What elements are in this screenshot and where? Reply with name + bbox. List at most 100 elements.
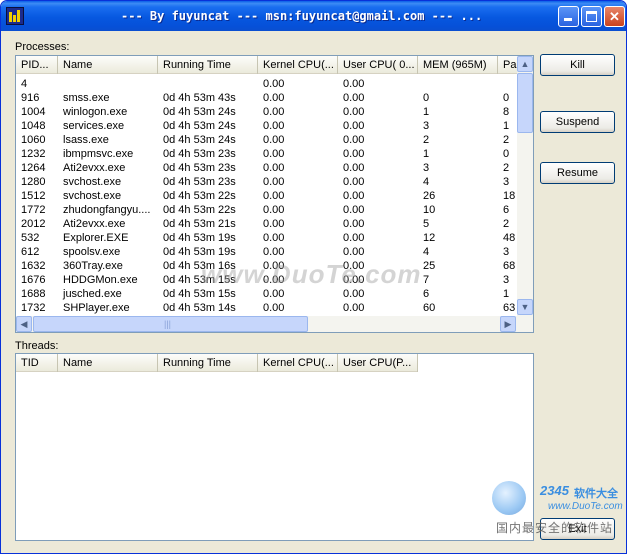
window-title: --- By fuyuncat --- msn:fuyuncat@gmail.c…	[121, 9, 483, 23]
cell-name: smss.exe	[63, 92, 110, 104]
column-mem[interactable]: MEM (965M)	[418, 56, 498, 74]
thread-list[interactable]: TID Name Running Time Kernel CPU(... Use…	[15, 353, 534, 541]
cell-pid: 1676	[21, 274, 46, 286]
minimize-button[interactable]	[558, 6, 579, 27]
cell-pid: 1004	[21, 106, 46, 118]
cell-kernel-cpu: 0.00	[263, 148, 285, 160]
scroll-up-button[interactable]: ▲	[517, 56, 533, 72]
column-pid[interactable]: PID...	[16, 56, 58, 74]
cell-running-time: 0d 4h 53m 23s	[163, 176, 236, 188]
table-row[interactable]: 2012 Ati2evxx.exe 0d 4h 53m 21s 0.00 0.00 5 2	[16, 217, 528, 231]
cell-name: ibmpmsvc.exe	[63, 148, 134, 160]
cell-name: SHPlayer.exe	[63, 302, 130, 314]
cell-kernel-cpu: 0.00	[263, 78, 285, 90]
cell-running-time: 0d 4h 53m 43s	[163, 92, 236, 104]
cell-kernel-cpu: 0.00	[263, 204, 285, 216]
cell-mem: 3	[423, 120, 430, 132]
column-user-cpu[interactable]: User CPU( 0...	[338, 56, 418, 74]
title-bar[interactable]: --- By fuyuncat --- msn:fuyuncat@gmail.c…	[1, 1, 626, 31]
table-row[interactable]: 1732 SHPlayer.exe 0d 4h 53m 14s 0.00 0.00 60 6…	[16, 301, 528, 315]
logo-url: www.DuoTe.com	[548, 501, 623, 512]
scroll-left-button[interactable]: ◀	[16, 316, 32, 332]
table-row[interactable]: 1048 services.exe 0d 4h 53m 24s 0.00 0.00 3 1	[16, 119, 528, 133]
cell-pid: 1048	[21, 120, 46, 132]
site-watermark: www.DuoTe.com	[201, 259, 422, 289]
suspend-button[interactable]: Suspend	[540, 111, 615, 133]
cell-pid: 1512	[21, 190, 46, 202]
column-thread-running-time[interactable]: Running Time	[158, 354, 258, 372]
threads-label: Threads:	[15, 340, 59, 352]
scroll-down-button[interactable]: ▼	[517, 299, 533, 315]
table-row[interactable]: 1060 lsass.exe 0d 4h 53m 24s 0.00 0.00 2 2	[16, 133, 528, 147]
process-list[interactable]: PID... Name Running Time Kernel CPU(... …	[15, 55, 534, 333]
cell-mem: 0	[423, 92, 430, 104]
cell-running-time: 0d 4h 53m 22s	[163, 204, 236, 216]
cell-name: svchost.exe	[63, 190, 122, 202]
column-thread-user-cpu[interactable]: User CPU(P...	[338, 354, 418, 372]
thread-list-header: TID Name Running Time Kernel CPU(... Use…	[16, 354, 418, 372]
table-row[interactable]: 612 spoolsv.exe 0d 4h 53m 19s 0.00 0.00 4 3	[16, 245, 528, 259]
process-horizontal-scrollbar[interactable]: ◀ ||| ▶	[16, 316, 533, 332]
cell-user-cpu: 0.00	[343, 148, 365, 160]
cell-name: HDDGMon.exe	[63, 274, 138, 286]
cell-pid: 1232	[21, 148, 46, 160]
close-icon: ✕	[609, 9, 620, 24]
cell-user-cpu: 0.00	[343, 162, 365, 174]
cell-pid: 1632	[21, 260, 46, 272]
horizontal-scroll-thumb[interactable]: |||	[33, 316, 308, 332]
cell-name: winlogon.exe	[63, 106, 128, 118]
cell-mem: 1	[423, 148, 430, 160]
cell-kernel-cpu: 0.00	[263, 176, 285, 188]
table-row[interactable]: 1004 winlogon.exe 0d 4h 53m 24s 0.00 0.00 1 8	[16, 105, 528, 119]
kill-button[interactable]: Kill	[540, 54, 615, 76]
cell-user-cpu: 0.00	[343, 218, 365, 230]
cell-mem: 4	[423, 246, 430, 258]
table-row[interactable]: 1772 zhudongfangyu.... 0d 4h 53m 22s 0.00 0.…	[16, 203, 528, 217]
table-row[interactable]: 532 Explorer.EXE 0d 4h 53m 19s 0.00 0.00 12 48	[16, 231, 528, 245]
column-tid[interactable]: TID	[16, 354, 58, 372]
cell-kernel-cpu: 0.00	[263, 218, 285, 230]
table-row[interactable]: 4 0.00 0.00	[16, 77, 528, 91]
column-thread-name[interactable]: Name	[58, 354, 158, 372]
column-running-time[interactable]: Running Time	[158, 56, 258, 74]
cell-pid: 1264	[21, 162, 46, 174]
cell-name: 360Tray.exe	[63, 260, 123, 272]
cell-running-time: 0d 4h 53m 19s	[163, 232, 236, 244]
table-row[interactable]: 1232 ibmpmsvc.exe 0d 4h 53m 23s 0.00 0.00 1 0	[16, 147, 528, 161]
cell-running-time: 0d 4h 53m 19s	[163, 246, 236, 258]
cell-running-time: 0d 4h 53m 23s	[163, 162, 236, 174]
table-row[interactable]: 1280 svchost.exe 0d 4h 53m 23s 0.00 0.00 4 3	[16, 175, 528, 189]
cell-mem: 12	[423, 232, 436, 244]
column-thread-kernel-cpu[interactable]: Kernel CPU(...	[258, 354, 338, 372]
cell-mem: 7	[423, 274, 430, 286]
app-window: --- By fuyuncat --- msn:fuyuncat@gmail.c…	[0, 0, 627, 554]
logo-number: 2345	[540, 483, 569, 498]
cell-user-cpu: 0.00	[343, 78, 365, 90]
cell-running-time: 0d 4h 53m 22s	[163, 190, 236, 202]
app-icon[interactable]	[6, 7, 24, 25]
column-kernel-cpu[interactable]: Kernel CPU(...	[258, 56, 338, 74]
minimize-icon	[564, 18, 572, 21]
cell-running-time: 0d 4h 53m 24s	[163, 120, 236, 132]
cell-user-cpu: 0.00	[343, 204, 365, 216]
vertical-scroll-thumb[interactable]	[517, 73, 533, 133]
cell-name	[58, 77, 158, 91]
close-button[interactable]: ✕	[604, 6, 625, 27]
process-vertical-scrollbar[interactable]: ▲ ▼	[517, 56, 533, 316]
cell-pid: 1772	[21, 204, 46, 216]
cell-user-cpu: 0.00	[343, 134, 365, 146]
table-row[interactable]: 1512 svchost.exe 0d 4h 53m 22s 0.00 0.00 26 18	[16, 189, 528, 203]
table-row[interactable]: 916 smss.exe 0d 4h 53m 43s 0.00 0.00 0 0	[16, 91, 528, 105]
cell-mem	[418, 77, 498, 91]
resume-button[interactable]: Resume	[540, 162, 615, 184]
cell-user-cpu: 0.00	[343, 246, 365, 258]
cell-running-time: 0d 4h 53m 24s	[163, 106, 236, 118]
cell-user-cpu: 0.00	[343, 232, 365, 244]
column-name[interactable]: Name	[58, 56, 158, 74]
cell-pid: 4	[21, 78, 28, 90]
scroll-right-button[interactable]: ▶	[500, 316, 516, 332]
cell-user-cpu: 0.00	[343, 190, 365, 202]
maximize-button[interactable]	[581, 6, 602, 27]
cell-kernel-cpu: 0.00	[263, 120, 285, 132]
table-row[interactable]: 1264 Ati2evxx.exe 0d 4h 53m 23s 0.00 0.00 3 2	[16, 161, 528, 175]
